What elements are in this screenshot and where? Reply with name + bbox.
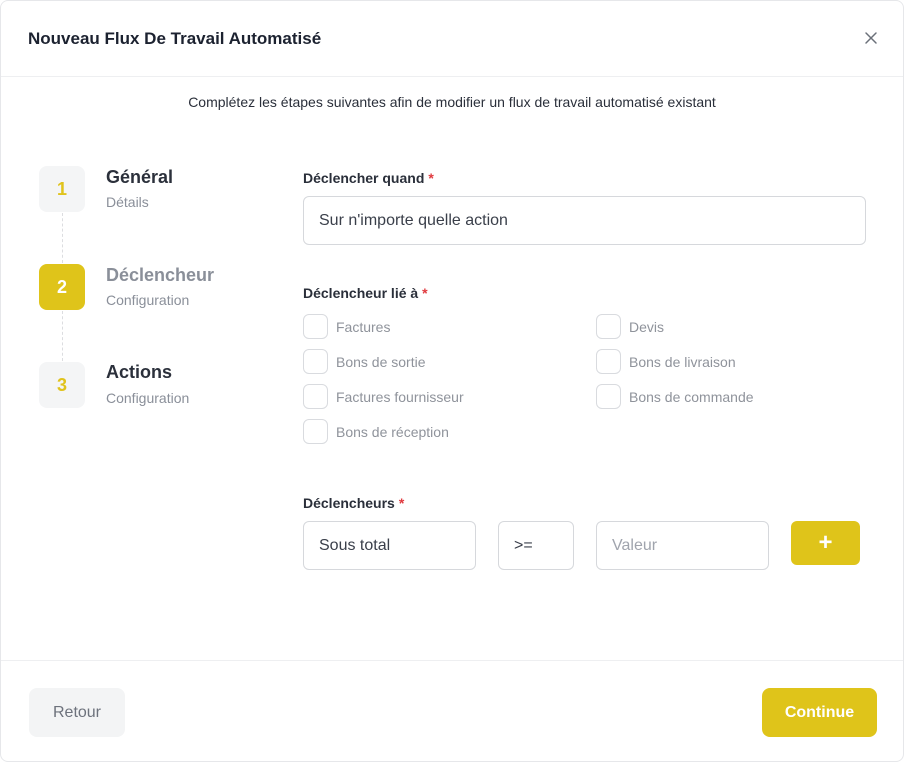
step-number: 3 [39, 362, 85, 408]
step-title: Actions [106, 362, 173, 382]
checkbox-label: Bons de livraison [629, 353, 736, 370]
checkbox-factures-fournisseur[interactable]: Factures fournisseur [303, 384, 464, 409]
close-icon[interactable] [861, 28, 881, 48]
trigger-when-label-text: Déclencher quand [303, 170, 425, 186]
checkbox-bons-de-sortie[interactable]: Bons de sortie [303, 349, 426, 374]
trigger-linked-label: Déclencheur lié à * [303, 285, 428, 301]
checkbox-label: Bons de sortie [336, 353, 426, 370]
checkbox-bons-de-reception[interactable]: Bons de réception [303, 419, 449, 444]
add-trigger-button[interactable]: + [791, 521, 860, 565]
trigger-when-select[interactable]: Sur n'importe quelle action [303, 196, 866, 245]
triggers-label-text: Déclencheurs [303, 495, 395, 511]
step-connector [62, 311, 63, 361]
modal-title: Nouveau Flux De Travail Automatisé [28, 29, 322, 48]
checkbox-box[interactable] [303, 419, 328, 444]
triggers-label: Déclencheurs * [303, 495, 404, 511]
trigger-field-select[interactable]: Sous total [303, 521, 476, 570]
checkbox-label: Factures fournisseur [336, 388, 464, 405]
step-number: 2 [39, 264, 85, 310]
required-mark: * [422, 285, 428, 301]
checkbox-box[interactable] [596, 349, 621, 374]
checkbox-box[interactable] [596, 314, 621, 339]
checkbox-factures[interactable]: Factures [303, 314, 390, 339]
checkbox-label: Factures [336, 318, 391, 335]
checkbox-devis[interactable]: Devis [596, 314, 664, 339]
required-mark: * [428, 170, 434, 186]
step-title: Général [106, 167, 174, 187]
step-subtitle: Détails [106, 194, 149, 210]
trigger-linked-label-text: Déclencheur lié à [303, 285, 419, 301]
modal-subtitle: Complétez les étapes suivantes afin de m… [188, 94, 716, 110]
continue-button[interactable]: Continue [762, 688, 877, 737]
step-subtitle: Configuration [106, 292, 190, 308]
checkbox-bons-de-commande[interactable]: Bons de commande [596, 384, 754, 409]
checkbox-label: Bons de commande [629, 388, 754, 405]
checkbox-box[interactable] [596, 384, 621, 409]
checkbox-box[interactable] [303, 384, 328, 409]
trigger-value-input[interactable]: Valeur [596, 521, 769, 570]
trigger-when-label: Déclencher quand * [303, 170, 434, 186]
checkbox-box[interactable] [303, 349, 328, 374]
step-title: Déclencheur [106, 265, 215, 285]
step-number: 1 [39, 166, 85, 212]
required-mark: * [398, 495, 405, 511]
checkbox-bons-de-livraison[interactable]: Bons de livraison [596, 349, 736, 374]
back-button[interactable]: Retour [29, 688, 125, 737]
workflow-modal: Nouveau Flux De Travail Automatisé Compl… [0, 0, 904, 762]
trigger-operator-select[interactable]: >= [498, 521, 574, 570]
step-connector [62, 213, 63, 263]
modal-header: Nouveau Flux De Travail Automatisé [1, 1, 903, 77]
footer-divider [1, 660, 903, 661]
checkbox-label: Bons de réception [336, 423, 449, 440]
checkbox-label: Devis [629, 318, 665, 335]
step-subtitle: Configuration [106, 390, 190, 406]
checkbox-box[interactable] [303, 314, 328, 339]
